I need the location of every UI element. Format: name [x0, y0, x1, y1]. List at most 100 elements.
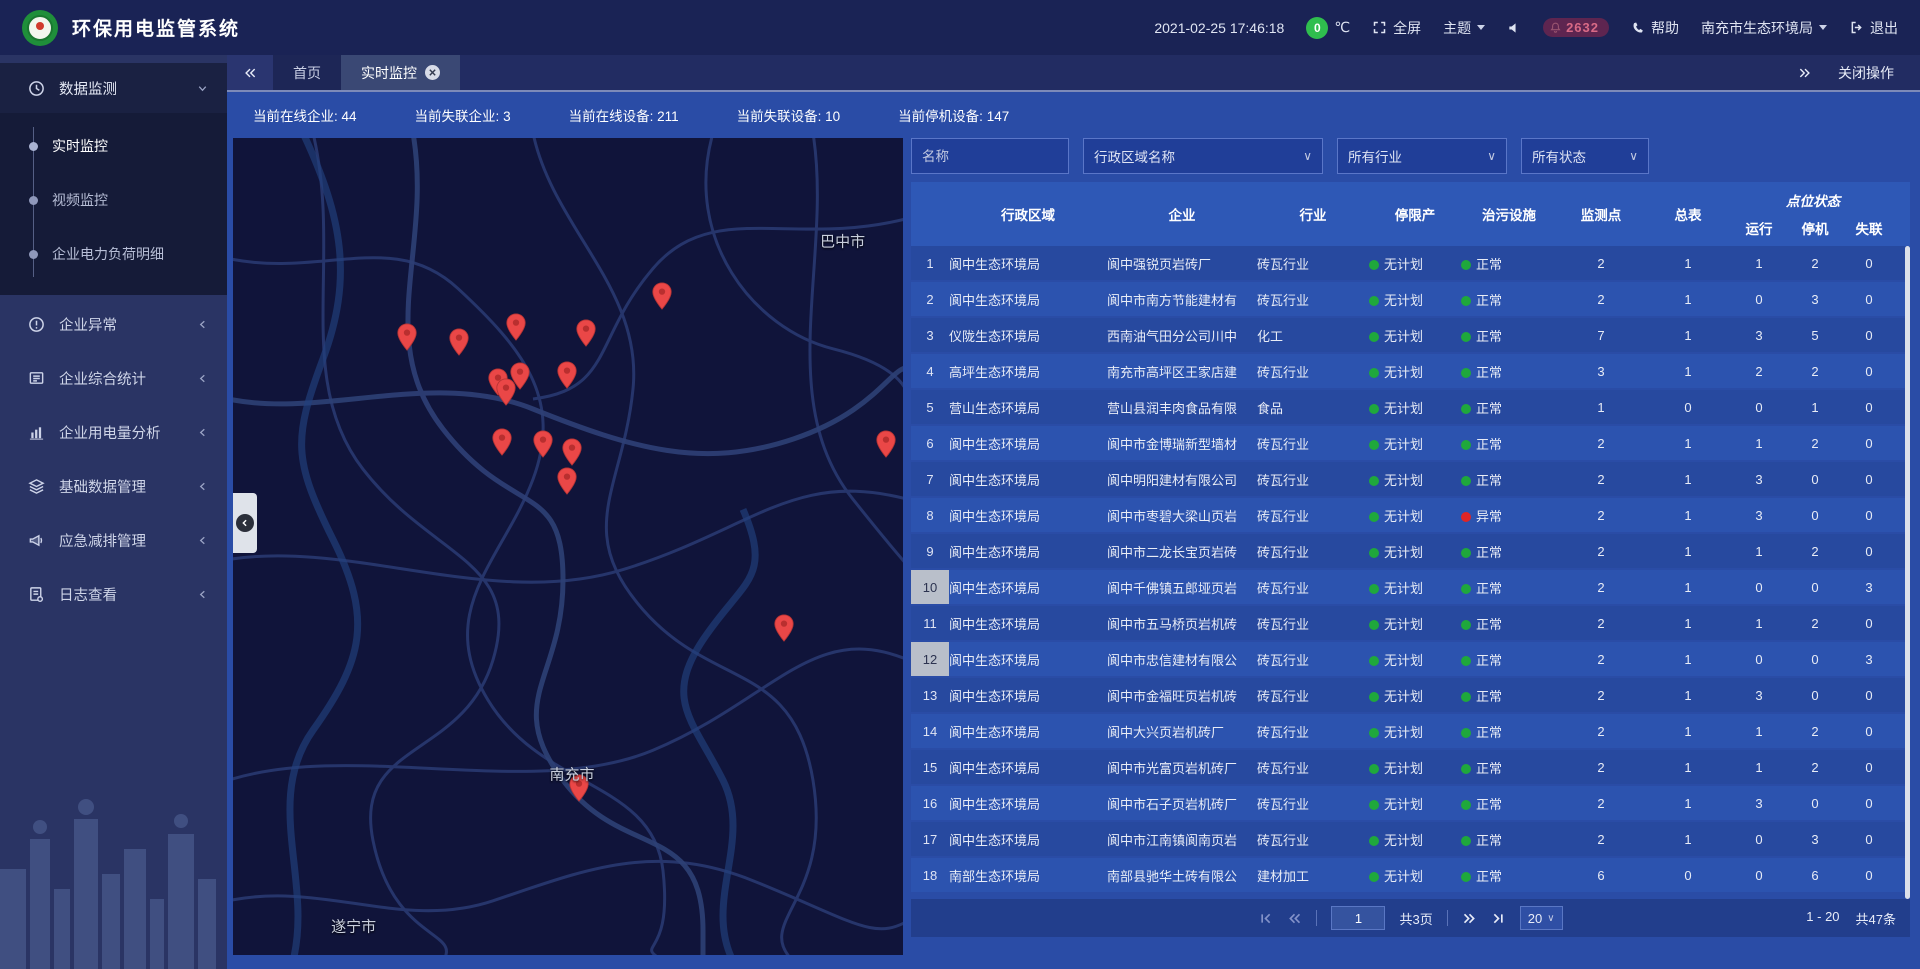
cell-company: 阆中市二龙长宝页岩砖 — [1107, 542, 1257, 561]
sidebar-subitem-power-load-detail[interactable]: 企业电力负荷明细 — [0, 227, 227, 281]
region-select[interactable]: 行政区域名称∨ — [1083, 138, 1323, 174]
timeline-dot-icon — [29, 196, 38, 205]
close-operations-button[interactable]: 关闭操作 — [1838, 63, 1894, 83]
cell-facility-status: 正常 — [1461, 398, 1557, 417]
map-pin[interactable] — [774, 614, 795, 647]
map-pin[interactable] — [449, 328, 470, 361]
name-input[interactable] — [922, 149, 1058, 164]
row-index: 1 — [911, 256, 949, 271]
cell-region: 阆中生态环境局 — [949, 686, 1107, 705]
map-panel[interactable]: 巴中市南充市遂宁市 — [233, 138, 903, 955]
tabs-scroll-left-button[interactable] — [227, 55, 273, 90]
row-index: 17 — [911, 832, 949, 847]
table-row[interactable]: 15阆中生态环境局阆中市光富页岩机砖厂砖瓦行业无计划正常21120 — [911, 750, 1910, 784]
sidebar-subitem-video-monitor[interactable]: 视频监控 — [0, 173, 227, 227]
logout-button[interactable]: 退出 — [1849, 18, 1898, 38]
table-row[interactable]: 18南部生态环境局南部县驰华土砖有限公建材加工无计划正常60060 — [911, 858, 1910, 892]
tab-realtime[interactable]: 实时监控 — [341, 55, 460, 90]
sidebar-item-data-monitor[interactable]: 数据监测 — [0, 63, 227, 113]
chevron-left-icon — [196, 534, 209, 547]
last-page-button[interactable] — [1491, 911, 1506, 926]
cell-lost: 0 — [1843, 544, 1895, 559]
cell-lost: 0 — [1843, 508, 1895, 523]
map-collapse-button[interactable] — [233, 493, 257, 553]
map-pin[interactable] — [651, 282, 672, 315]
table-row[interactable]: 1阆中生态环境局阆中强锐页岩砖厂砖瓦行业无计划正常21120 — [911, 246, 1910, 280]
tab-close-icon[interactable] — [425, 65, 440, 80]
table-row[interactable]: 11阆中生态环境局阆中市五马桥页岩机砖砖瓦行业无计划正常21120 — [911, 606, 1910, 640]
bell-icon — [1549, 21, 1562, 34]
table-scrollbar[interactable] — [1905, 246, 1910, 899]
page-size-select[interactable]: 20∨ — [1520, 906, 1563, 930]
cell-industry: 食品 — [1257, 398, 1369, 417]
page-number-input[interactable]: 1 — [1331, 906, 1385, 930]
map-pin[interactable] — [562, 438, 583, 471]
prev-page-button[interactable] — [1287, 911, 1302, 926]
row-index: 16 — [911, 796, 949, 811]
cell-run: 0 — [1731, 832, 1787, 847]
name-filter-input[interactable] — [911, 138, 1069, 174]
status-dot-icon — [1461, 800, 1471, 810]
user-org-menu[interactable]: 南充市生态环境局 — [1701, 18, 1827, 38]
col-region: 行政区域 — [949, 204, 1107, 224]
map-pin[interactable] — [557, 467, 578, 500]
tab-home[interactable]: 首页 — [273, 55, 341, 90]
table-row[interactable]: 9阆中生态环境局阆中市二龙长宝页岩砖砖瓦行业无计划正常21120 — [911, 534, 1910, 568]
cell-meters: 1 — [1645, 292, 1731, 307]
cell-company: 阆中市枣碧大梁山页岩 — [1107, 506, 1257, 525]
map-pin[interactable] — [397, 323, 418, 356]
first-page-button[interactable] — [1258, 911, 1273, 926]
theme-menu[interactable]: 主题 — [1443, 18, 1485, 38]
table-row[interactable]: 14阆中生态环境局阆中大兴页岩机砖厂砖瓦行业无计划正常21120 — [911, 714, 1910, 748]
table-row[interactable]: 4高坪生态环境局南充市高坪区王家店建砖瓦行业无计划正常31220 — [911, 354, 1910, 388]
cell-run: 3 — [1731, 328, 1787, 343]
table-row[interactable]: 7阆中生态环境局阆中明阳建材有限公司砖瓦行业无计划正常21300 — [911, 462, 1910, 496]
row-index: 3 — [911, 328, 949, 343]
table-row[interactable]: 3仪陇生态环境局西南油气田分公司川中化工无计划正常71350 — [911, 318, 1910, 352]
stat-label: 当前在线设备: — [569, 109, 658, 124]
map-pin[interactable] — [505, 313, 526, 346]
sidebar-item-log-view[interactable]: 日志查看 — [0, 569, 227, 619]
cell-meters: 0 — [1645, 400, 1731, 415]
status-select[interactable]: 所有状态∨ — [1521, 138, 1649, 174]
table-row[interactable]: 12阆中生态环境局阆中市忠信建材有限公砖瓦行业无计划正常21003 — [911, 642, 1910, 676]
industry-select[interactable]: 所有行业∨ — [1337, 138, 1507, 174]
sidebar-item-enterprise-abnormal[interactable]: 企业异常 — [0, 299, 227, 349]
mute-button[interactable] — [1507, 21, 1521, 35]
sidebar-item-emergency-reduction[interactable]: 应急减排管理 — [0, 515, 227, 565]
table-row[interactable]: 6阆中生态环境局阆中市金博瑞新型墙材砖瓦行业无计划正常21120 — [911, 426, 1910, 460]
table-row[interactable]: 17阆中生态环境局阆中市江南镇阆南页岩砖瓦行业无计划正常21030 — [911, 822, 1910, 856]
map-pin[interactable] — [496, 378, 517, 411]
help-button[interactable]: 帮助 — [1631, 18, 1679, 38]
cell-region: 营山生态环境局 — [949, 398, 1107, 417]
table-row[interactable]: 10阆中生态环境局阆中千佛镇五郎垭页岩砖瓦行业无计划正常21003 — [911, 570, 1910, 604]
table-row[interactable]: 13阆中生态环境局阆中市金福旺页岩机砖砖瓦行业无计划正常21300 — [911, 678, 1910, 712]
map-pin[interactable] — [576, 319, 597, 352]
map-pin[interactable] — [875, 430, 896, 463]
table-row[interactable]: 2阆中生态环境局阆中市南方节能建材有砖瓦行业无计划正常21030 — [911, 282, 1910, 316]
cell-points: 2 — [1557, 580, 1645, 595]
sidebar-item-power-analysis[interactable]: 企业用电量分析 — [0, 407, 227, 457]
table-row[interactable]: 5营山生态环境局营山县润丰肉食品有限食品无计划正常10010 — [911, 390, 1910, 424]
table-row[interactable]: 16阆中生态环境局阆中市石子页岩机砖厂砖瓦行业无计划正常21300 — [911, 786, 1910, 820]
sidebar-subitem-label: 实时监控 — [52, 136, 108, 156]
stats-icon — [28, 370, 45, 387]
cell-lost: 0 — [1843, 832, 1895, 847]
chevron-left-icon — [196, 480, 209, 493]
map-pin[interactable] — [533, 430, 554, 463]
stat-value: 10 — [825, 109, 840, 124]
map-pin[interactable] — [557, 361, 578, 394]
next-page-button[interactable] — [1462, 911, 1477, 926]
cell-company: 阆中市金博瑞新型墙材 — [1107, 434, 1257, 453]
notification-badge[interactable]: 2632 — [1543, 18, 1609, 37]
sidebar-item-base-data[interactable]: 基础数据管理 — [0, 461, 227, 511]
cell-lost: 0 — [1843, 328, 1895, 343]
tabs-scroll-right-button[interactable] — [1798, 66, 1812, 80]
sidebar-subitem-realtime-monitor[interactable]: 实时监控 — [0, 119, 227, 173]
fullscreen-button[interactable]: 全屏 — [1372, 18, 1421, 38]
cell-region: 阆中生态环境局 — [949, 506, 1107, 525]
map-pin[interactable] — [492, 428, 513, 461]
table-row[interactable]: 8阆中生态环境局阆中市枣碧大梁山页岩砖瓦行业无计划异常21300 — [911, 498, 1910, 532]
megaphone-icon — [28, 532, 45, 549]
sidebar-item-enterprise-stats[interactable]: 企业综合统计 — [0, 353, 227, 403]
